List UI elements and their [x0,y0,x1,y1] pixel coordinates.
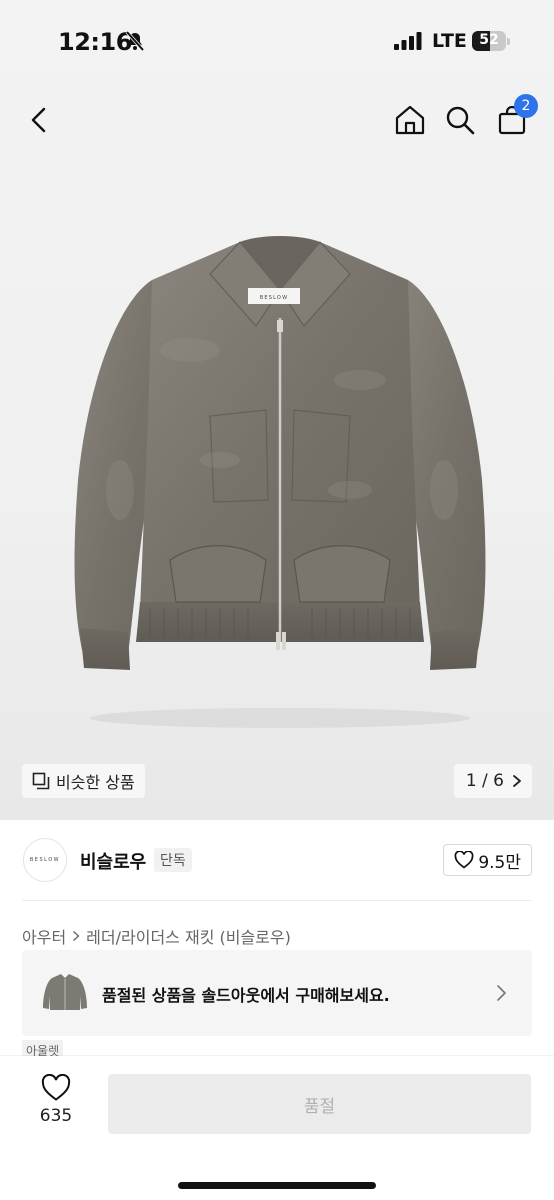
jacket-brand-label: BESLOW [260,295,288,301]
brand-row: BESLOW 비슬로우 단독 9.5만 [0,834,554,890]
home-button[interactable] [390,100,430,140]
heart-icon [454,851,474,869]
cart-count-badge: 2 [514,94,538,118]
exclusive-badge: 단독 [154,848,192,872]
brand-like-count: 9.5만 [478,852,521,873]
brand-name-link[interactable]: 비슬로우 [80,848,146,874]
bell-slash-icon [125,30,145,52]
buy-button[interactable]: 품절 [108,1074,531,1134]
similar-products-button[interactable]: 비슷한 상품 [22,764,145,798]
chevron-right-icon [513,775,521,787]
wishlist-button[interactable]: 635 [30,1074,82,1134]
wishlist-count: 635 [39,1106,73,1126]
bottom-action-bar: 635 품절 [0,1056,554,1200]
divider [22,900,532,901]
home-indicator [178,1182,376,1189]
network-type: LTE [432,30,467,52]
product-image[interactable]: BESLOW [60,230,500,730]
similar-products-label: 비슷한 상품 [56,773,135,792]
chevron-right-icon [73,930,80,942]
product-gallery: 12:16 LTE 52 2 BESLOW 비슷한 상품 1 / 6 [0,0,554,820]
banner-product-thumbnail [43,974,87,1010]
soldout-banner[interactable]: 품절된 상품을 솔드아웃에서 구매해보세요. [22,950,532,1036]
heart-icon [41,1074,71,1101]
image-pager-label: 1 / 6 [465,771,504,791]
battery-level: 52 [479,32,499,48]
brand-like-button[interactable]: 9.5만 [443,844,532,876]
image-pager-button[interactable]: 1 / 6 [453,764,532,798]
brand-logo[interactable]: BESLOW [23,838,67,882]
cart-button[interactable]: 2 [492,94,538,140]
breadcrumb: 아우터 레더/라이더스 재킷 (비슬로우) [22,924,291,948]
breadcrumb-subcategory[interactable]: 레더/라이더스 재킷 (비슬로우) [86,924,291,948]
similar-icon [32,772,50,790]
chevron-right-icon [497,985,506,1001]
battery-icon: 52 [472,31,510,51]
banner-text: 품절된 상품을 솔드아웃에서 구매해보세요. [102,986,390,1005]
search-icon [446,106,475,135]
status-time: 12:16 [58,28,132,56]
back-button[interactable] [20,100,60,140]
home-icon [395,105,425,135]
brand-logo-text: BESLOW [29,857,61,863]
breadcrumb-category[interactable]: 아우터 [22,924,66,948]
status-bar: 12:16 LTE 52 [0,0,554,80]
signal-icon [394,32,422,50]
back-arrow-icon [31,107,46,133]
search-button[interactable] [440,100,480,140]
